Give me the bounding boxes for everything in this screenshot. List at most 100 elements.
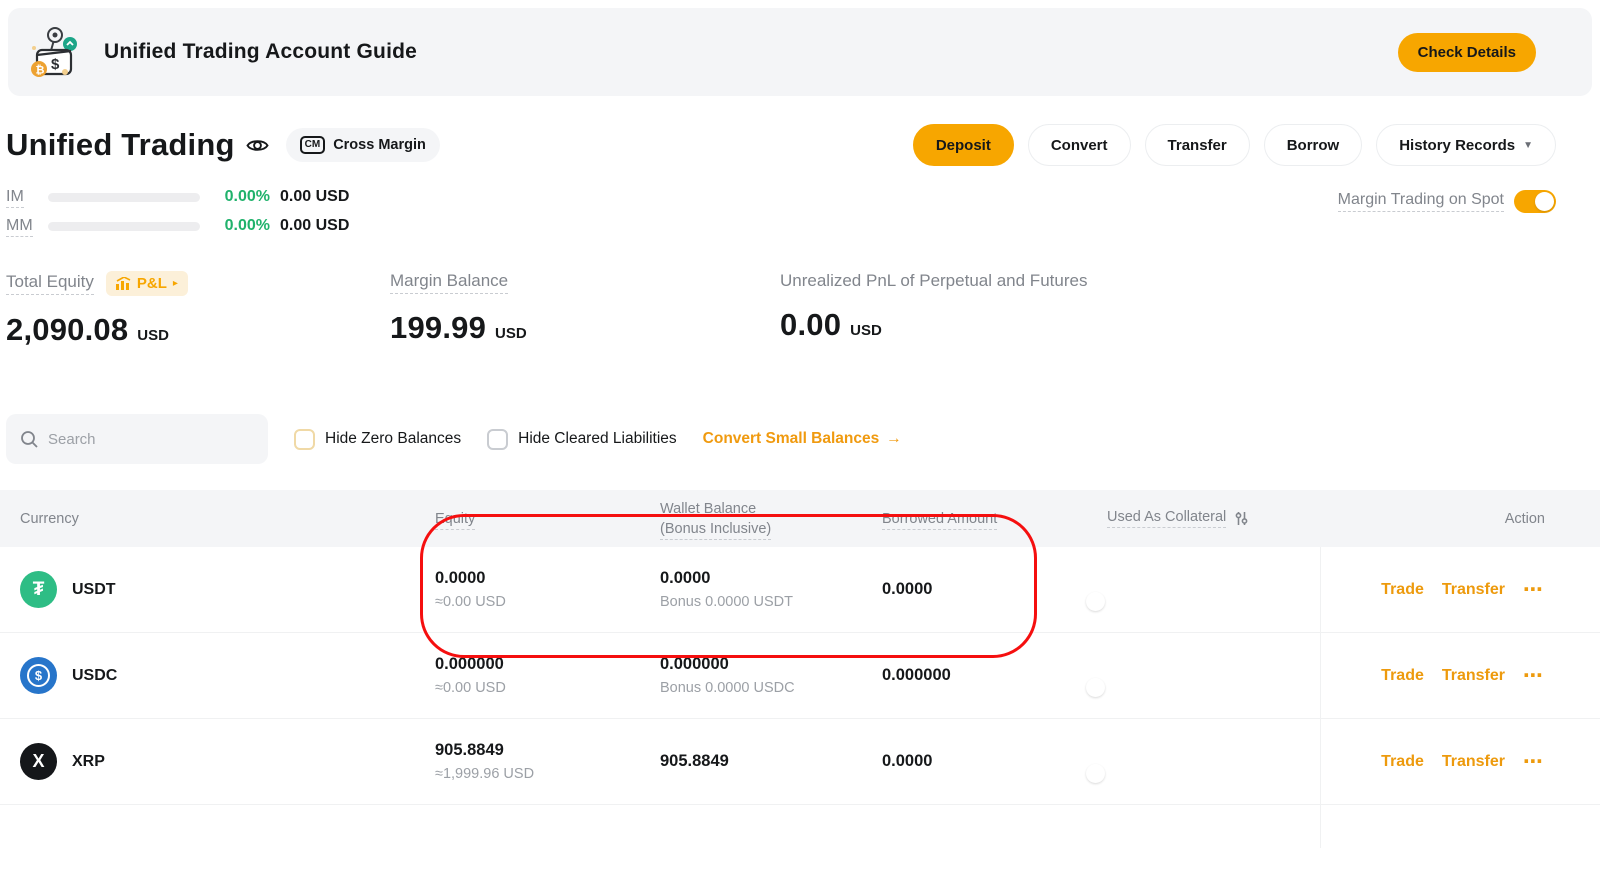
col-used-as-collateral: Used As Collateral	[1092, 509, 1320, 528]
pnl-arrow-icon: ▸	[173, 278, 178, 289]
convert-small-balances-link[interactable]: Convert Small Balances →	[703, 430, 902, 448]
equity-usd-value: ≈1,999.96 USD	[435, 766, 645, 782]
eye-icon[interactable]	[245, 136, 270, 155]
arrow-right-icon: →	[886, 430, 902, 448]
mm-percent: 0.00%	[212, 217, 270, 235]
trade-link[interactable]: Trade	[1381, 667, 1424, 685]
assets-table: Currency Equity Wallet Balance (Bonus In…	[0, 490, 1600, 848]
trade-link[interactable]: Trade	[1381, 753, 1424, 771]
convert-button[interactable]: Convert	[1028, 124, 1131, 166]
margin-balance-unit: USD	[495, 325, 527, 342]
total-equity-unit: USD	[137, 327, 169, 344]
svg-text:$: $	[51, 56, 60, 73]
history-records-button[interactable]: History Records ▼	[1376, 124, 1556, 166]
col-action: Action	[1320, 511, 1600, 527]
table-filler	[0, 805, 1600, 848]
trade-link[interactable]: Trade	[1381, 581, 1424, 599]
unrealized-pnl-value: 0.00	[780, 307, 841, 343]
transfer-link[interactable]: Transfer	[1442, 667, 1505, 685]
pnl-badge[interactable]: P&L ▸	[106, 271, 188, 296]
sliders-icon[interactable]	[1234, 511, 1249, 526]
usdt-icon: ₮	[20, 571, 57, 608]
account-stats: Total Equity P&L ▸ 2,090.08	[6, 271, 1600, 348]
guide-banner: $ ₿ Unified Trading Account Guide Check …	[8, 8, 1592, 96]
im-label: IM	[6, 188, 48, 206]
total-equity-stat: Total Equity P&L ▸ 2,090.08	[6, 271, 390, 348]
col-currency: Currency	[0, 511, 420, 527]
total-equity-label: Total Equity	[6, 272, 94, 295]
hide-zero-balances-label: Hide Zero Balances	[325, 430, 461, 448]
mm-row: MM 0.00% 0.00 USD	[6, 217, 349, 235]
equity-value: 0.0000	[435, 569, 645, 588]
hide-zero-balances-checkbox-group[interactable]: Hide Zero Balances	[294, 429, 461, 450]
account-actions: Deposit Convert Transfer Borrow History …	[913, 124, 1556, 166]
total-equity-value: 2,090.08	[6, 312, 128, 348]
chevron-down-icon: ▼	[1523, 140, 1533, 151]
unrealized-pnl-stat: Unrealized PnL of Perpetual and Futures …	[780, 271, 1087, 348]
unrealized-pnl-unit: USD	[850, 322, 882, 339]
more-actions-icon[interactable]: ⋯	[1523, 577, 1545, 602]
mm-value: 0.00 USD	[280, 217, 349, 235]
im-value: 0.00 USD	[280, 188, 349, 206]
currency-name: USDC	[72, 667, 117, 685]
more-actions-icon[interactable]: ⋯	[1523, 663, 1545, 688]
cross-margin-icon: CM	[300, 136, 326, 154]
transfer-button[interactable]: Transfer	[1145, 124, 1250, 166]
check-details-button[interactable]: Check Details	[1398, 33, 1536, 72]
pnl-chart-icon	[116, 277, 131, 290]
hide-cleared-liabilities-label: Hide Cleared Liabilities	[518, 430, 677, 448]
im-row: IM 0.00% 0.00 USD	[6, 188, 349, 206]
mm-label: MM	[6, 217, 48, 235]
borrowed-amount-value: 0.0000	[882, 752, 932, 770]
equity-value: 0.000000	[435, 655, 645, 674]
margin-trading-on-spot-toggle[interactable]	[1514, 190, 1556, 213]
cross-margin-label: Cross Margin	[333, 137, 426, 153]
table-row-xrp: X XRP 905.8849 ≈1,999.96 USD 905.8849 0.…	[0, 719, 1600, 805]
currency-name: XRP	[72, 753, 105, 771]
wallet-balance-value: 0.000000	[660, 655, 867, 674]
margin-trading-on-spot-label: Margin Trading on Spot	[1338, 191, 1504, 212]
banner-title: Unified Trading Account Guide	[104, 40, 417, 64]
cross-margin-badge: CM Cross Margin	[286, 128, 440, 162]
hide-cleared-liabilities-checkbox[interactable]	[487, 429, 508, 450]
page-title: Unified Trading	[6, 127, 235, 163]
margin-section: IM 0.00% 0.00 USD MM 0.00% 0.00 USD Marg…	[6, 188, 1556, 235]
col-borrowed-amount: Borrowed Amount	[867, 511, 1092, 527]
margin-balance-label: Margin Balance	[390, 271, 508, 294]
filter-row: Hide Zero Balances Hide Cleared Liabilit…	[6, 414, 1600, 464]
unrealized-pnl-label: Unrealized PnL of Perpetual and Futures	[780, 271, 1087, 291]
table-row-usdt: ₮ USDT 0.0000 ≈0.00 USD 0.0000 Bonus 0.0…	[0, 547, 1600, 633]
borrowed-amount-value: 0.0000	[882, 580, 932, 598]
table-row-usdc: $ USDC 0.000000 ≈0.00 USD 0.000000 Bonus…	[0, 633, 1600, 719]
pnl-badge-label: P&L	[137, 275, 167, 292]
margin-balance-value: 199.99	[390, 310, 486, 346]
currency-name: USDT	[72, 581, 116, 599]
im-percent: 0.00%	[212, 188, 270, 206]
hide-zero-balances-checkbox[interactable]	[294, 429, 315, 450]
table-header: Currency Equity Wallet Balance (Bonus In…	[0, 490, 1600, 547]
wallet-balance-value: 0.0000	[660, 569, 867, 588]
col-wallet-balance: Wallet Balance (Bonus Inclusive)	[645, 501, 867, 537]
mm-progress-bar	[48, 222, 200, 231]
search-input[interactable]	[48, 431, 254, 448]
transfer-link[interactable]: Transfer	[1442, 753, 1505, 771]
margin-trading-on-spot: Margin Trading on Spot	[1338, 190, 1556, 213]
hide-cleared-liabilities-checkbox-group[interactable]: Hide Cleared Liabilities	[487, 429, 677, 450]
xrp-icon: X	[20, 743, 57, 780]
search-box[interactable]	[6, 414, 268, 464]
title-row: Unified Trading CM Cross Margin Deposit …	[6, 124, 1556, 166]
search-icon	[20, 430, 39, 449]
equity-usd-value: ≈0.00 USD	[435, 680, 645, 696]
wallet-balance-value: 905.8849	[660, 752, 867, 771]
im-progress-bar	[48, 193, 200, 202]
svg-text:₿: ₿	[36, 65, 45, 77]
transfer-link[interactable]: Transfer	[1442, 581, 1505, 599]
history-records-label: History Records	[1399, 137, 1515, 154]
deposit-button[interactable]: Deposit	[913, 124, 1014, 166]
margin-balance-stat: Margin Balance 199.99 USD	[390, 271, 780, 348]
borrowed-amount-value: 0.000000	[882, 666, 951, 684]
borrow-button[interactable]: Borrow	[1264, 124, 1363, 166]
wallet-bonus-value: Bonus 0.0000 USDC	[660, 680, 867, 696]
unified-trading-page: $ ₿ Unified Trading Account Guide Check …	[0, 0, 1600, 873]
more-actions-icon[interactable]: ⋯	[1523, 749, 1545, 774]
